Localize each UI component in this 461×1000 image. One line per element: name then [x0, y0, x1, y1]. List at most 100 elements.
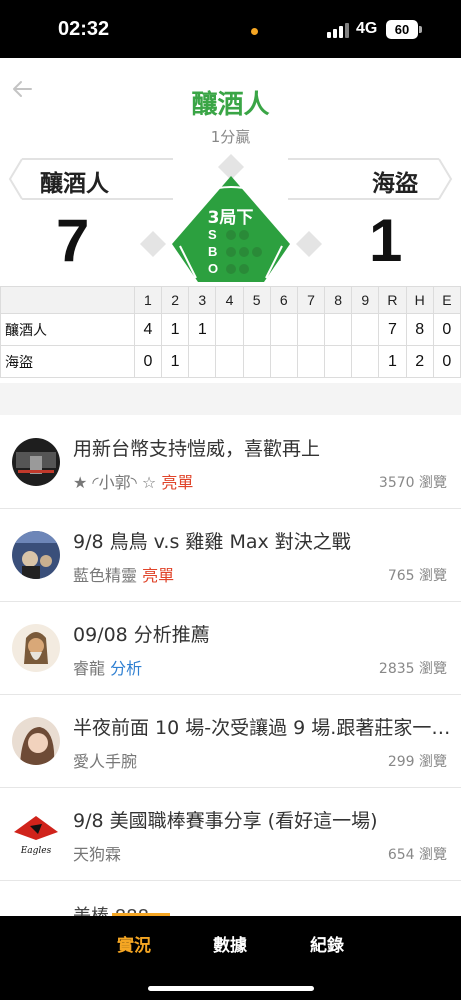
network-type: 4G [356, 20, 378, 37]
status-bar: 02:32 4G 60 [0, 0, 461, 58]
linescore-team: 海盜 [0, 345, 135, 378]
svg-text:Eagles: Eagles [20, 846, 52, 856]
away-team-name: 海盜 [372, 171, 418, 197]
linescore-header-row: 1 2 3 4 5 6 7 8 9 R H E [0, 286, 461, 314]
linescore-cell [215, 313, 244, 346]
linescore-table: 1 2 3 4 5 6 7 8 9 R H E 釀酒人 4 1 1 7 8 0 … [0, 286, 461, 378]
article-author: 睿龍 [73, 659, 106, 678]
linescore-cell: 1 [188, 313, 217, 346]
section-divider [0, 383, 461, 415]
article-badge: 分析 [110, 659, 143, 678]
strike-count: S [208, 227, 252, 243]
home-team-name: 釀酒人 [40, 171, 109, 197]
article-views: 2835 瀏覽 [378, 661, 447, 677]
recording-dot-icon [251, 28, 258, 35]
eagles-logo-avatar-icon: Eagles [12, 810, 60, 858]
out-count: O [208, 261, 252, 277]
article-title: 半夜前面 10 場-次受讓過 9 場.跟著莊家一起贏 [73, 717, 451, 739]
linescore-header: E [432, 286, 461, 314]
article-title: 用新台幣支持愷威，喜歡再上 [73, 438, 321, 460]
article-author: 愛人手腕 [73, 752, 138, 771]
linescore-header: 8 [324, 286, 353, 314]
inning-label: 3局下 [207, 208, 254, 228]
linescore-header: 2 [161, 286, 190, 314]
article-views: 3570 瀏覽 [378, 475, 447, 491]
warrior-avatar-icon [12, 624, 60, 672]
article-title: 9/8 鳥鳥 v.s 雞雞 Max 對決之戰 [73, 531, 351, 553]
article-meta: 愛人手腕 [73, 748, 137, 772]
linescore-cell [351, 345, 380, 378]
tab-stats[interactable]: 數據 [213, 931, 247, 956]
status-time: 02:32 [58, 18, 110, 40]
ball-label: B [208, 244, 218, 259]
linescore-cell: 0 [133, 345, 163, 378]
linescore-cell [188, 345, 217, 378]
linescore-cell [296, 313, 326, 346]
linescore-row-away: 海盜 0 1 1 2 0 [0, 345, 461, 378]
win-margin: 1分贏 [210, 128, 251, 146]
battery-tip [419, 26, 422, 33]
tab-live[interactable]: 實況 [117, 931, 151, 956]
linescore-cell [351, 313, 380, 346]
article-badge: 亮單 [161, 473, 194, 492]
linescore-header: 1 [133, 286, 163, 314]
article-meta: 天狗霖 [73, 841, 121, 865]
article-author: 藍色精靈 [73, 566, 138, 585]
linescore-cell [296, 345, 326, 378]
linescore-cell: 1 [161, 313, 190, 346]
linescore-corner [0, 286, 135, 314]
article-item[interactable]: Eagles 9/8 美國職棒賽事分享 (看好這一場) 天狗霖 654 瀏覽 [0, 788, 461, 881]
signal-icon [327, 22, 351, 38]
article-meta: ★ ◜小郭◝ ☆ 亮單 [73, 469, 193, 493]
linescore-cell: 1 [378, 345, 407, 378]
linescore-header: R [378, 286, 407, 314]
article-views: 299 瀏覽 [387, 754, 447, 770]
linescore-header: 5 [242, 286, 271, 314]
article-meta: 藍色精靈 亮單 [73, 562, 174, 586]
linescore-cell [324, 345, 353, 378]
linescore-cell: 4 [133, 313, 163, 346]
linescore-cell: 1 [161, 345, 190, 378]
linescore-header: 9 [351, 286, 380, 314]
strike-label: S [208, 227, 217, 242]
linescore-cell [269, 313, 298, 346]
article-item[interactable]: 09/08 分析推薦 睿龍 分析 2835 瀏覽 [0, 602, 461, 695]
article-item[interactable]: 半夜前面 10 場-次受讓過 9 場.跟著莊家一起贏 愛人手腕 299 瀏覽 [0, 695, 461, 788]
tab-records[interactable]: 紀錄 [310, 931, 344, 956]
article-title: 9/8 美國職棒賽事分享 (看好這一場) [73, 810, 378, 832]
article-badge: 亮單 [142, 566, 175, 585]
article-author: ★ ◜小郭◝ ☆ [73, 473, 157, 492]
article-item[interactable]: 9/8 鳥鳥 v.s 雞雞 Max 對決之戰 藍色精靈 亮單 765 瀏覽 [0, 509, 461, 602]
winner-title: 釀酒人 [191, 90, 270, 120]
linescore-team: 釀酒人 [0, 313, 135, 346]
woman-avatar-icon [12, 717, 60, 765]
dark-stage-avatar-icon [12, 438, 60, 486]
linescore-cell [324, 313, 353, 346]
linescore-cell: 8 [405, 313, 434, 346]
linescore-header: 7 [296, 286, 326, 314]
article-views: 765 瀏覽 [387, 568, 447, 584]
battery-icon: 60 [386, 20, 418, 39]
linescore-cell: 0 [432, 345, 461, 378]
linescore-row-home: 釀酒人 4 1 1 7 8 0 [0, 313, 461, 346]
article-views: 654 瀏覽 [387, 847, 447, 863]
linescore-cell [215, 345, 244, 378]
article-item[interactable]: 用新台幣支持愷威，喜歡再上 ★ ◜小郭◝ ☆ 亮單 3570 瀏覽 [0, 416, 461, 509]
article-title: 09/08 分析推薦 [73, 624, 210, 646]
linescore-header: 4 [215, 286, 244, 314]
linescore-cell: 0 [432, 313, 461, 346]
ball-count: B [208, 244, 265, 260]
linescore-cell: 2 [405, 345, 434, 378]
linescore-cell [242, 313, 271, 346]
linescore-header: 6 [269, 286, 298, 314]
linescore-cell: 7 [378, 313, 407, 346]
linescore-cell [269, 345, 298, 378]
linescore-cell [242, 345, 271, 378]
linescore-header: 3 [188, 286, 217, 314]
out-label: O [208, 261, 219, 276]
article-author: 天狗霖 [73, 845, 122, 864]
linescore-header: H [405, 286, 434, 314]
article-meta: 睿龍 分析 [73, 655, 142, 679]
poster-avatar-icon [12, 531, 60, 579]
home-indicator [148, 986, 314, 991]
